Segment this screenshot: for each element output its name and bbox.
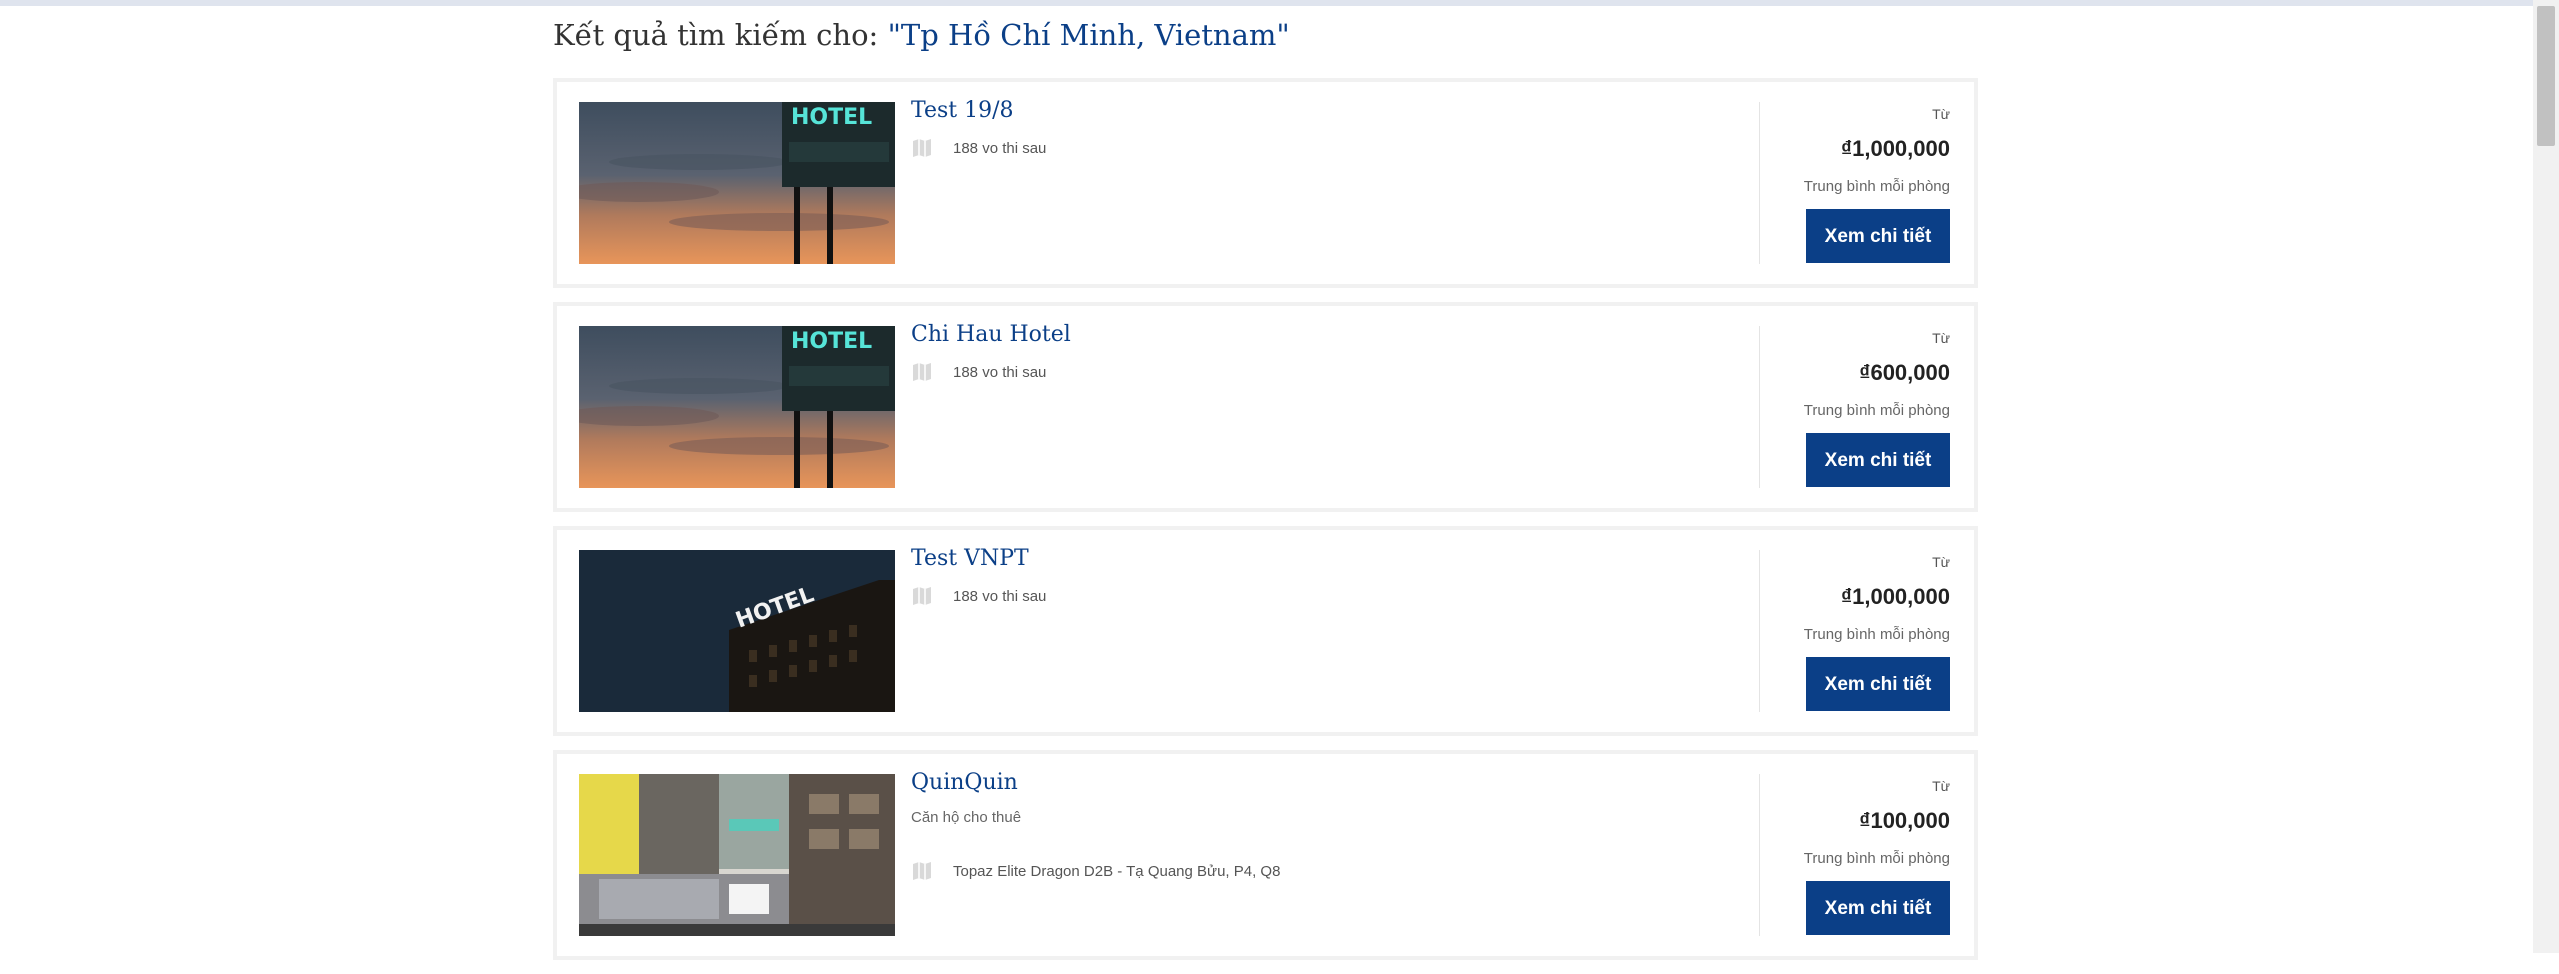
hotel-info: QuinQuin Căn hộ cho thuê Topaz Elite Dra… [911,770,1761,882]
price: ₫1,000,000 [1840,584,1950,609]
hotel-info: Test VNPT 188 vo thi sau [911,546,1761,607]
from-label: Từ [1932,106,1950,122]
vertical-scrollbar[interactable] [2533,0,2559,953]
view-details-button[interactable]: Xem chi tiết [1806,881,1950,935]
hotel-address: 188 vo thi sau [911,585,1761,607]
address-text: 188 vo thi sau [953,363,1047,381]
search-results: Kết quả tìm kiếm cho: "Tp Hồ Chí Minh, V… [553,0,1978,974]
hotel-name-link[interactable]: Chi Hau Hotel [911,322,1071,347]
page-title: Kết quả tìm kiếm cho: "Tp Hồ Chí Minh, V… [553,0,1978,78]
avg-label: Trung bình mỗi phòng [1803,402,1950,419]
hotel-card: HOTEL Chi Hau Hotel 188 vo thi sau Từ ₫6… [553,302,1978,512]
hotel-address: 188 vo thi sau [911,361,1761,383]
map-icon [911,361,933,383]
hotel-address: Topaz Elite Dragon D2B - Tạ Quang Bửu, P… [911,860,1761,882]
hotel-name-link[interactable]: Test 19/8 [911,98,1014,123]
view-details-button[interactable]: Xem chi tiết [1806,433,1950,487]
search-query: "Tp Hồ Chí Minh, Vietnam" [887,18,1290,52]
hotel-info: Test 19/8 188 vo thi sau [911,98,1761,159]
price-box: Từ ₫600,000 Trung bình mỗi phòng Xem chi… [1750,326,1950,487]
price-box: Từ ₫1,000,000 Trung bình mỗi phòng Xem c… [1750,550,1950,711]
hotel-address: 188 vo thi sau [911,137,1761,159]
property-type: Căn hộ cho thuê [911,809,1022,826]
from-label: Từ [1932,778,1950,794]
svg-text:HOTEL: HOTEL [791,105,872,130]
price: ₫1,000,000 [1840,136,1950,161]
view-details-button[interactable]: Xem chi tiết [1806,209,1950,263]
address-text: 188 vo thi sau [953,139,1047,157]
scrollbar-thumb[interactable] [2537,6,2555,146]
price-box: Từ ₫1,000,000 Trung bình mỗi phòng Xem c… [1750,102,1950,263]
hotel-image[interactable] [579,774,895,936]
from-label: Từ [1932,554,1950,570]
map-icon [911,137,933,159]
price: ₫100,000 [1859,808,1950,833]
hotel-name-link[interactable]: Test VNPT [911,546,1029,571]
search-prefix: Kết quả tìm kiếm cho: [553,18,879,52]
view-details-button[interactable]: Xem chi tiết [1806,657,1950,711]
hotel-image[interactable]: HOTEL [579,326,895,488]
map-icon [911,585,933,607]
hotel-image[interactable]: HOTEL [579,102,895,264]
hotel-name-link[interactable]: QuinQuin [911,770,1018,795]
from-label: Từ [1932,330,1950,346]
price: ₫600,000 [1859,360,1950,385]
avg-label: Trung bình mỗi phòng [1803,626,1950,643]
hotel-image[interactable]: HOTEL [579,550,895,712]
address-text: Topaz Elite Dragon D2B - Tạ Quang Bửu, P… [953,862,1281,880]
hotel-card: HOTEL Test VNPT 188 vo thi sau Từ ₫1,000… [553,526,1978,736]
svg-text:HOTEL: HOTEL [791,329,872,354]
hotel-card: HOTEL Test 19/8 188 vo thi sau Từ ₫1,000… [553,78,1978,288]
hotel-card: QuinQuin Căn hộ cho thuê Topaz Elite Dra… [553,750,1978,960]
map-icon [911,860,933,882]
address-text: 188 vo thi sau [953,587,1047,605]
price-box: Từ ₫100,000 Trung bình mỗi phòng Xem chi… [1750,774,1950,935]
hotel-info: Chi Hau Hotel 188 vo thi sau [911,322,1761,383]
avg-label: Trung bình mỗi phòng [1803,850,1950,867]
avg-label: Trung bình mỗi phòng [1803,178,1950,195]
